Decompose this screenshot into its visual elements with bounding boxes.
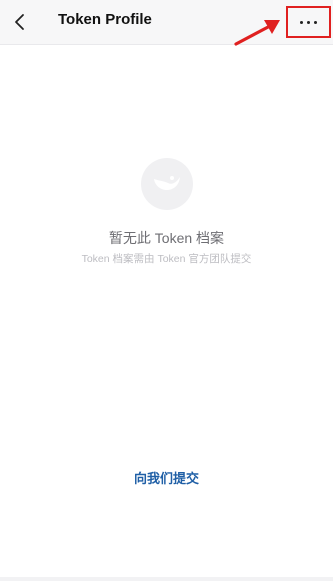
empty-state-title: 暂无此 Token 档案: [108, 230, 225, 246]
back-button[interactable]: [6, 8, 34, 36]
header-bar: Token Profile: [0, 0, 333, 45]
submit-to-us-link[interactable]: 向我们提交: [0, 468, 333, 487]
bottom-divider: [0, 577, 333, 581]
page-title: Token Profile: [58, 11, 152, 28]
annotation-arrow-icon: [234, 20, 280, 46]
more-options-button[interactable]: [286, 6, 331, 38]
more-horizontal-icon: [300, 20, 317, 24]
token-profile-screen: Token Profile 暂无此 Token 档案 Token 档案需由 To…: [0, 0, 333, 581]
chevron-left-icon: [15, 14, 24, 30]
empty-state-subtitle: Token 档案需由 Token 官方团队提交: [81, 253, 252, 265]
wallet-logo-icon: [141, 158, 193, 210]
